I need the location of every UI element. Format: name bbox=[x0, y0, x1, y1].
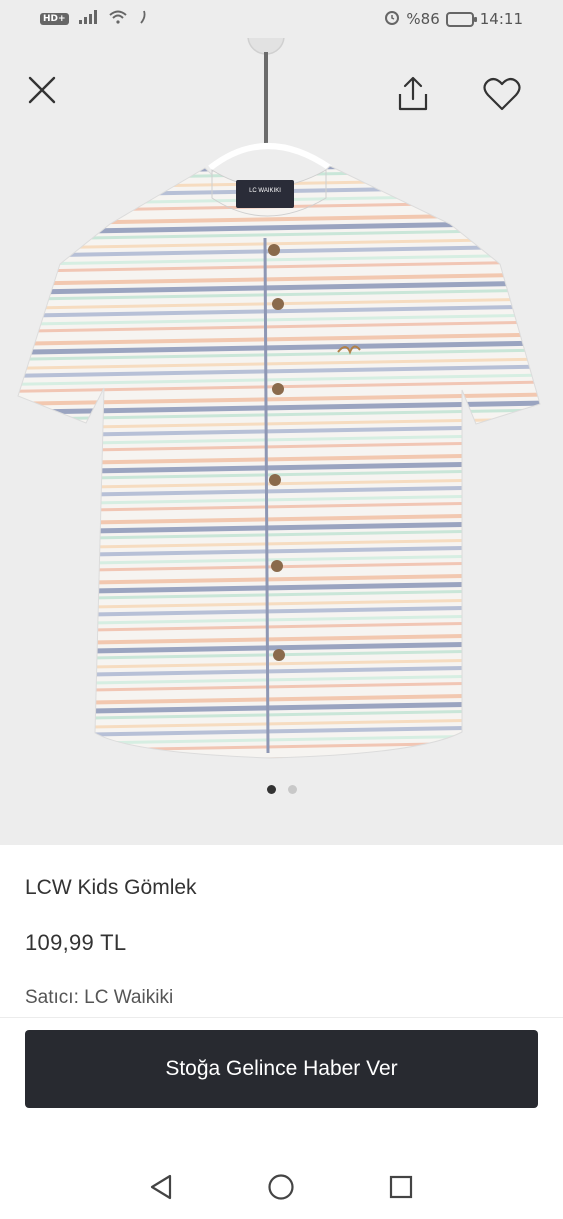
close-icon bbox=[28, 76, 56, 104]
home-button[interactable] bbox=[266, 1172, 296, 1202]
home-circle-icon bbox=[268, 1174, 294, 1200]
seller-label: Satıcı: bbox=[25, 987, 79, 1008]
system-nav-bar bbox=[0, 1150, 563, 1219]
notify-when-in-stock-button[interactable]: Stoğa Gelince Haber Ver bbox=[25, 1030, 538, 1108]
shirt-label-text: LC WAIKIKI bbox=[249, 188, 281, 194]
nfc-icon bbox=[137, 10, 147, 27]
seller-name[interactable]: LC Waikiki bbox=[84, 987, 173, 1008]
recents-button[interactable] bbox=[386, 1172, 416, 1202]
alarm-icon bbox=[384, 9, 400, 29]
seller-line: Satıcı: LC Waikiki bbox=[25, 987, 173, 1009]
product-title: LCW Kids Gömlek bbox=[25, 876, 197, 899]
favorite-button[interactable] bbox=[480, 72, 524, 116]
product-price: 109,99 TL bbox=[25, 930, 127, 955]
gallery-dot-2[interactable] bbox=[287, 785, 297, 794]
status-bar: HD+ %86 14:11 bbox=[0, 0, 563, 38]
wifi-icon bbox=[108, 10, 127, 27]
battery-percent: %86 bbox=[406, 10, 440, 28]
heart-icon bbox=[483, 77, 521, 111]
back-triangle-icon bbox=[150, 1174, 172, 1200]
recents-square-icon bbox=[389, 1175, 413, 1199]
gallery-pagination bbox=[0, 785, 563, 794]
divider bbox=[0, 1017, 563, 1018]
gallery-dot-1[interactable] bbox=[266, 785, 276, 794]
share-button[interactable] bbox=[391, 72, 435, 116]
back-button[interactable] bbox=[146, 1172, 176, 1202]
status-right: %86 14:11 bbox=[384, 9, 523, 29]
clock: 14:11 bbox=[479, 10, 523, 28]
battery-icon bbox=[445, 11, 477, 27]
product-gallery[interactable]: LC WAIKIKI bbox=[0, 38, 563, 845]
signal-icon bbox=[78, 10, 99, 27]
share-icon bbox=[398, 76, 428, 111]
status-left: HD+ bbox=[40, 10, 147, 27]
product-image: LC WAIKIKI bbox=[17, 38, 541, 759]
close-button[interactable] bbox=[20, 68, 64, 112]
hd-badge: HD+ bbox=[40, 12, 69, 25]
